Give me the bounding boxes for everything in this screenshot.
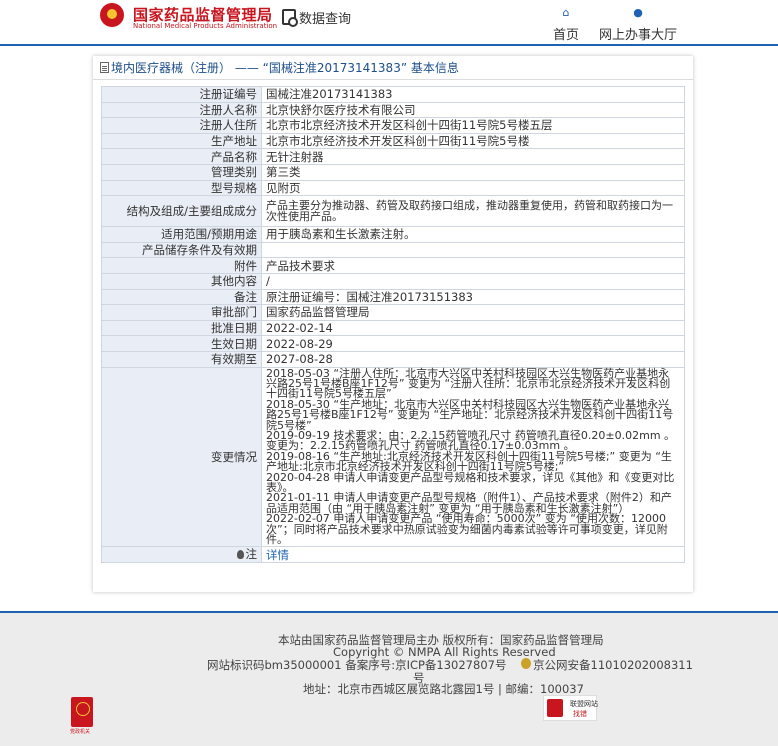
site-header: 国家药品监督管理局 National Medical Products Admi… <box>0 0 778 46</box>
changes-key: 变更情况 <box>101 366 262 548</box>
row-value: 第三类 <box>261 163 685 181</box>
note-value: 详情 <box>261 546 685 563</box>
table-row: 备注 原注册证编号：国械注准20173151383 <box>101 288 685 306</box>
gov-agency-badge-text: 党政机关 <box>70 729 91 735</box>
row-value: 用于胰岛素和生长激素注射。 <box>261 226 685 243</box>
table-row: 产品储存条件及有效期 <box>101 241 685 259</box>
nav-online-office-label: 网上办事大厅 <box>598 28 677 43</box>
home-icon: ⌂ <box>562 6 570 19</box>
details-link[interactable]: 详情 <box>266 548 289 562</box>
note-key-label: 注 <box>245 547 258 562</box>
table-row: 管理类别 第三类 <box>101 163 685 181</box>
row-key: 其他内容 <box>101 272 262 290</box>
table-row: 型号规格 见附页 <box>101 179 685 197</box>
nav-home[interactable]: ⌂ 首页 <box>548 6 584 43</box>
row-key: 生产地址 <box>101 132 262 150</box>
note-key-cell: 注 <box>101 546 262 563</box>
row-key: 产品名称 <box>101 148 262 165</box>
row-value: 北京快舒尔医疗技术有限公司 <box>261 101 685 119</box>
table-row: 有效期至 2027-08-28 <box>101 350 685 368</box>
change-entry: 2022-02-07 申请人申请变更产品 “使用寿命：5000次” 变为 “使用… <box>266 512 668 546</box>
site-footer: 本站由国家药品监督管理局主办 版权所有：国家药品监督管理局 Copyright … <box>0 611 778 746</box>
row-value: 国械注准20173141383 <box>261 86 685 103</box>
lightbulb-icon <box>236 549 244 559</box>
row-value: 国家药品监督管理局 <box>261 304 685 321</box>
row-value: 北京市北京经济技术开发区科创十四街11号院5号楼五层 <box>261 117 685 134</box>
row-key: 备注 <box>101 288 262 306</box>
row-key: 附件 <box>101 257 262 274</box>
table-row: 生效日期 2022-08-29 <box>101 335 685 352</box>
table-row: 审批部门 国家药品监督管理局 <box>101 304 685 321</box>
report-logo-icon <box>547 699 563 717</box>
row-key: 注册人住所 <box>101 117 262 134</box>
site-subtitle: National Medical Products Administration <box>133 22 278 30</box>
row-value: / <box>261 272 685 290</box>
change-entry: 2018-05-30 “生产地址：北京市大兴区中关村科技园区大兴生物医药产业基地… <box>266 397 674 432</box>
footer-address: 地址：北京市西城区展览路北露园1号 | 邮编：100037 <box>303 682 584 696</box>
table-row-note: 注 详情 <box>101 546 685 563</box>
report-badge-line2: 找错 <box>573 710 587 718</box>
panel-header: 境内医疗器械（注册） —— “国械注准20173141383” 基本信息 <box>93 56 693 80</box>
row-key: 管理类别 <box>101 163 262 181</box>
row-key: 注册证编号 <box>101 86 262 103</box>
national-emblem-icon[interactable] <box>100 3 124 27</box>
table-row: 适用范围/预期用途 用于胰岛素和生长激素注射。 <box>101 226 685 243</box>
row-key: 生效日期 <box>101 335 262 352</box>
error-report-badge[interactable]: 联盟网站 找错 <box>543 695 598 721</box>
row-value: 无针注射器 <box>261 148 685 165</box>
police-badge-icon <box>521 658 531 669</box>
table-row: 附件 产品技术要求 <box>101 257 685 274</box>
footer-police-record[interactable]: 京公网安备11010202008311 <box>533 657 693 673</box>
table-row: 生产地址 北京市北京经济技术开发区科创十四街11号院5号楼 <box>101 132 685 150</box>
document-icon <box>100 62 109 73</box>
data-query-label: 数据查询 <box>299 11 352 27</box>
panel-title: 境内医疗器械（注册） —— “国械注准20173141383” 基本信息 <box>111 61 459 75</box>
row-key: 型号规格 <box>101 179 262 197</box>
row-value: 2027-08-28 <box>261 350 685 368</box>
table-row: 批准日期 2022-02-14 <box>101 319 685 337</box>
changes-value: 2018-05-03 “注册人住所：北京市大兴区中关村科技园区大兴生物医药产业基… <box>261 366 685 548</box>
row-key: 注册人名称 <box>101 101 262 119</box>
nav-online-office[interactable]: ● 网上办事大厅 <box>598 6 678 43</box>
table-row-changes: 变更情况 2018-05-03 “注册人住所：北京市大兴区中关村科技园区大兴生物… <box>101 366 685 548</box>
change-entry: 2019-08-16 “生产地址:北京经济技术开发区科创十四街11号院5号楼;”… <box>266 449 672 474</box>
row-value: 原注册证编号：国械注准20173151383 <box>261 288 685 306</box>
row-value: 产品主要分为推动器、药管及取药接口组成，推动器重复使用，药管和取药接口为一次性使… <box>261 195 685 228</box>
row-value: 2022-02-14 <box>261 319 685 337</box>
row-value: 2022-08-29 <box>261 335 685 352</box>
data-query-link[interactable]: 数据查询 <box>282 8 352 27</box>
row-key: 结构及组成/主要组成成分 <box>101 195 262 228</box>
change-entry: 2019-09-19 技术要求：由：2.2.15药管喷孔尺寸 药管喷孔直径0.2… <box>266 428 676 453</box>
footer-site-id[interactable]: 网站标识码bm35000001 备案序号:京ICP备13027807号 <box>207 657 506 673</box>
table-row: 注册人名称 北京快舒尔医疗技术有限公司 <box>101 101 685 119</box>
table-row: 其他内容 / <box>101 272 685 290</box>
row-value: 北京市北京经济技术开发区科创十四街11号院5号楼 <box>261 132 685 150</box>
nav-home-label: 首页 <box>552 28 579 43</box>
note-key: 注 <box>236 547 258 562</box>
table-row: 注册人住所 北京市北京经济技术开发区科创十四街11号院5号楼五层 <box>101 117 685 134</box>
info-table: 注册证编号 国械注准20173141383 注册人名称 北京快舒尔医疗技术有限公司 … <box>101 86 685 563</box>
report-badge-line1: 联盟网站 <box>570 700 598 708</box>
table-row: 产品名称 无针注射器 <box>101 148 685 165</box>
row-key: 有效期至 <box>101 350 262 368</box>
row-value <box>261 241 685 259</box>
data-search-icon <box>282 9 298 27</box>
row-key: 适用范围/预期用途 <box>101 226 262 243</box>
row-key: 批准日期 <box>101 319 262 337</box>
user-icon: ● <box>633 6 643 19</box>
row-key: 审批部门 <box>101 304 262 321</box>
table-row: 注册证编号 国械注准20173141383 <box>101 86 685 103</box>
row-value: 产品技术要求 <box>261 257 685 274</box>
registration-info-panel: 境内医疗器械（注册） —— “国械注准20173141383” 基本信息 注册证… <box>93 56 693 592</box>
row-value: 见附页 <box>261 179 685 197</box>
row-key: 产品储存条件及有效期 <box>101 241 262 259</box>
gov-agency-badge-icon[interactable] <box>71 697 93 727</box>
table-row: 结构及组成/主要组成成分 产品主要分为推动器、药管及取药接口组成，推动器重复使用，… <box>101 195 685 228</box>
change-entry: 2018-05-03 “注册人住所：北京市大兴区中关村科技园区大兴生物医药产业基… <box>266 366 671 401</box>
